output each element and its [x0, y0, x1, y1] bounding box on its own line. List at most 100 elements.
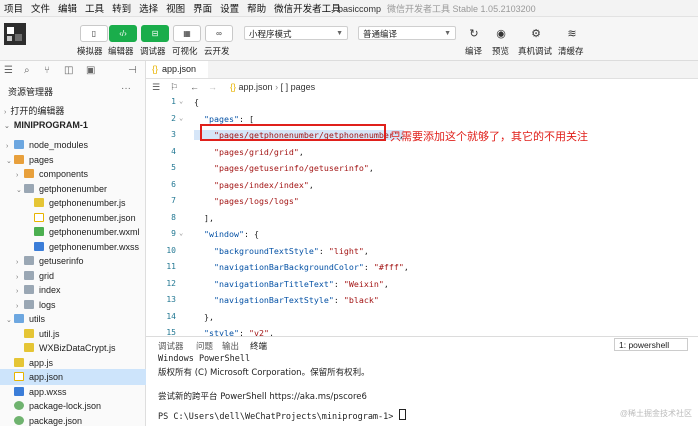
tab-label: app.json — [162, 64, 197, 74]
file-icon — [34, 227, 44, 236]
debugger-button[interactable]: ⊟ — [141, 25, 169, 42]
line-number: 6 — [171, 179, 176, 189]
tab-app-json[interactable]: {} app.json — [146, 61, 209, 78]
watermark: @稀土掘金技术社区 — [619, 409, 692, 418]
preview-label: 预览 — [492, 46, 510, 56]
code-line: }, — [194, 311, 214, 322]
terminal[interactable]: Windows PowerShell 版权所有 (C) Microsoft Co… — [146, 352, 698, 426]
layout-icon: ▦ — [183, 29, 191, 38]
code-line: "pages/grid/grid", — [213, 146, 304, 157]
tree-item-label: utils — [29, 314, 46, 324]
mode-select-value: 小程序模式 — [249, 29, 292, 39]
project-name: basiccomp — [338, 4, 382, 14]
debugger-label: 调试器 — [140, 46, 166, 56]
chevron-right-icon: › — [275, 82, 279, 92]
menu-view[interactable]: 视图 — [162, 1, 189, 15]
fold-icon[interactable]: ⌄ — [179, 114, 183, 122]
file-icon — [24, 343, 34, 352]
tree-item-label: getphonenumber.wxss — [49, 241, 140, 252]
editor-label: 编辑器 — [108, 46, 134, 56]
folder-icon — [14, 314, 24, 323]
line-number: 5 — [171, 163, 176, 172]
extensions-icon[interactable]: ◫ — [64, 65, 73, 76]
cloud-label: 云开发 — [204, 46, 230, 56]
file-icon — [14, 415, 24, 425]
compile-label: 编译 — [465, 46, 483, 56]
avatar[interactable] — [4, 23, 26, 45]
tree-item-label: WXBizDataCrypt.js — [39, 343, 116, 353]
tree-item-label: getphonenumber.wxml — [49, 227, 140, 237]
terminal-line: 尝试新的跨平台 PowerShell https://aka.ms/pscore… — [158, 392, 367, 402]
terminal-prompt: PS C:\Users\dell\WeChatProjects\miniprog… — [158, 409, 406, 422]
compile-select-value: 普通编译 — [363, 29, 398, 39]
editor-button[interactable]: ‹/› — [109, 25, 137, 42]
compile-icon[interactable]: ↻ — [466, 27, 482, 40]
code-line: ], — [194, 212, 214, 223]
menu-help[interactable]: 帮助 — [243, 1, 270, 15]
line-number: 4 — [171, 146, 176, 156]
line-number: 7 — [171, 196, 176, 205]
breadcrumb-node[interactable]: [ ] pages — [281, 82, 316, 92]
menu-project[interactable]: 项目 — [0, 1, 27, 15]
tab-problems[interactable]: 问题 — [196, 340, 213, 352]
mode-select[interactable]: 小程序模式 ▼ — [244, 26, 348, 40]
source-control-icon[interactable]: ⑂ — [44, 65, 50, 76]
tree-item-label: getphonenumber.json — [49, 212, 136, 223]
menu-tools[interactable]: 工具 — [81, 1, 108, 15]
tab-debugger[interactable]: 调试器 — [158, 340, 184, 352]
menu-settings[interactable]: 设置 — [216, 1, 243, 15]
editor-navbar: ☰ ⚐ ← → {} app.json › [ ] pages — [146, 79, 698, 95]
tree-item-label: app.js — [29, 357, 54, 368]
visual-button[interactable]: ▦ — [173, 25, 201, 42]
plugin-icon[interactable]: ▣ — [86, 65, 95, 76]
tab-output[interactable]: 输出 — [222, 340, 239, 352]
eye-icon[interactable]: ◉ — [493, 27, 509, 40]
explorer-panel: ☰ ⌕ ⑂ ◫ ▣ ⊣ 资源管理器 ··· › 打开的编辑器 ⌄ MINIPROGR… — [0, 61, 151, 426]
bookmark-icon[interactable]: ⚐ — [170, 79, 178, 95]
compile-select[interactable]: 普通编译 ▼ — [358, 26, 456, 40]
line-number: 3 — [171, 130, 176, 139]
menu-edit[interactable]: 编辑 — [54, 1, 81, 15]
project-root[interactable]: ⌄ MINIPROGRAM-1 — [4, 120, 88, 130]
line-number: 2 — [171, 113, 176, 123]
tree-item-label: util.js — [39, 328, 60, 339]
tree-item-label: grid — [39, 270, 55, 281]
gear-icon[interactable]: ⚙ — [528, 27, 544, 40]
menu-devtools[interactable]: 微信开发者工具 — [270, 1, 345, 15]
search-icon[interactable]: ⌕ — [24, 65, 30, 76]
folder-icon — [24, 183, 34, 193]
folder-icon — [24, 169, 34, 178]
menu-goto[interactable]: 转到 — [108, 1, 135, 15]
back-icon[interactable]: ← — [190, 79, 199, 95]
forward-icon[interactable]: → — [208, 79, 217, 95]
file-icon — [14, 357, 24, 367]
layers-icon[interactable]: ≋ — [564, 27, 580, 40]
hamburger-icon[interactable]: ☰ — [152, 79, 160, 95]
fold-icon[interactable]: ⌄ — [179, 97, 183, 105]
chevron-down-icon: ▼ — [336, 30, 343, 37]
line-number: 10 — [166, 245, 176, 255]
collapse-icon[interactable]: ⊣ — [128, 65, 137, 76]
file-icon — [24, 328, 34, 338]
menu-file[interactable]: 文件 — [27, 1, 54, 15]
visual-label: 可视化 — [172, 46, 198, 56]
editor-tab-bar: {} app.json — [146, 61, 698, 79]
terminal-select[interactable]: 1: powershell — [614, 338, 688, 351]
menu-interface[interactable]: 界面 — [189, 1, 216, 15]
cloud-button[interactable]: ∞ — [205, 25, 233, 42]
simulator-button[interactable]: ▯ — [80, 25, 108, 42]
line-number: 13 — [166, 295, 176, 304]
open-editors-section[interactable]: › 打开的编辑器 — [4, 104, 64, 117]
fold-icon[interactable]: ⌄ — [179, 229, 183, 237]
menu-select[interactable]: 选择 — [135, 1, 162, 15]
prompt-text: PS C:\Users\dell\WeChatProjects\miniprog… — [158, 412, 399, 422]
code-icon: ‹/› — [119, 29, 127, 38]
terminal-select-value: 1: powershell — [619, 340, 670, 350]
tree-item[interactable]: package.json — [0, 413, 151, 429]
more-icon[interactable]: ··· — [121, 83, 131, 94]
list-icon[interactable]: ☰ — [4, 65, 13, 76]
json-icon: {} — [152, 64, 159, 74]
tree-item-label: package-lock.json — [29, 401, 102, 411]
breadcrumb-file[interactable]: app.json — [239, 82, 273, 92]
file-icon — [34, 241, 44, 251]
